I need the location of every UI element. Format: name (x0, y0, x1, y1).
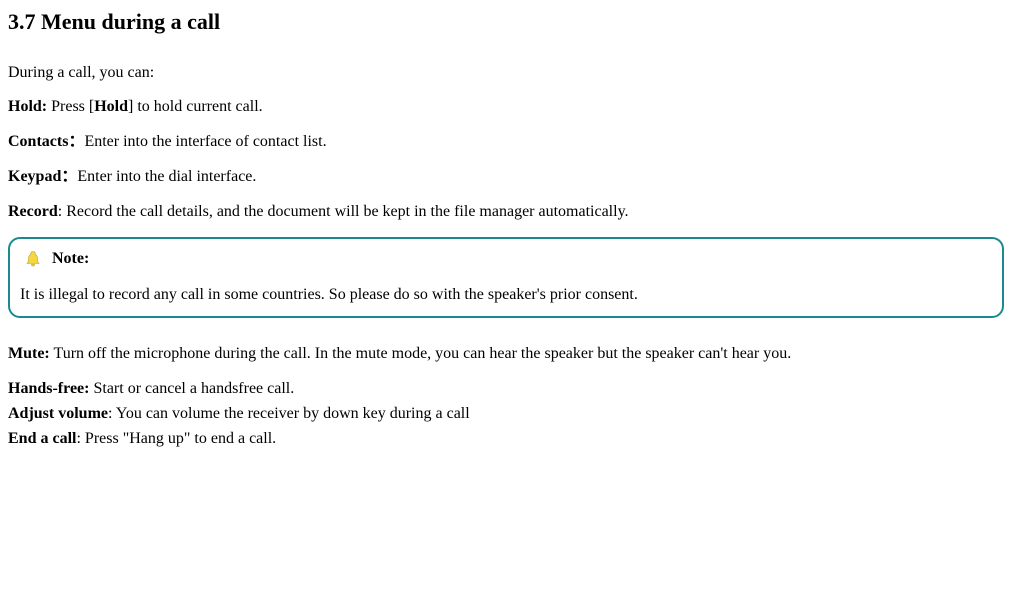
hold-post: ] to hold current call. (128, 98, 263, 115)
item-endcall: End a call: Press "Hang up" to end a cal… (8, 429, 1004, 450)
mute-label: Mute: (8, 345, 50, 362)
item-mute: Mute: Turn off the microphone during the… (8, 344, 1004, 365)
volume-desc: : You can volume the receiver by down ke… (108, 405, 470, 422)
handsfree-label: Hands-free: (8, 380, 89, 397)
volume-label: Adjust volume (8, 405, 108, 422)
item-volume: Adjust volume: You can volume the receiv… (8, 404, 1004, 425)
hold-label: Hold: (8, 98, 47, 115)
hold-key: Hold (94, 98, 128, 115)
item-handsfree: Hands-free: Start or cancel a handsfree … (8, 379, 1004, 400)
intro-text: During a call, you can: (8, 63, 1004, 84)
note-box: Note: It is illegal to record any call i… (8, 237, 1004, 319)
keypad-label: Keypad： (8, 168, 77, 185)
endcall-label: End a call (8, 430, 76, 447)
contacts-label: Contacts： (8, 133, 84, 150)
section-heading: 3.7 Menu during a call (8, 8, 1004, 37)
endcall-desc: : Press "Hang up" to end a call. (76, 430, 276, 447)
mute-desc: Turn off the microphone during the call.… (50, 345, 791, 362)
note-header: Note: (24, 249, 992, 270)
bell-icon (24, 250, 42, 268)
item-contacts: Contacts：Enter into the interface of con… (8, 132, 1004, 153)
item-keypad: Keypad：Enter into the dial interface. (8, 167, 1004, 188)
item-record: Record: Record the call details, and the… (8, 202, 1004, 223)
note-body: It is illegal to record any call in some… (20, 285, 992, 306)
hold-pre: Press [ (47, 98, 94, 115)
keypad-desc: Enter into the dial interface. (77, 168, 256, 185)
record-desc: : Record the call details, and the docum… (58, 203, 629, 220)
record-label: Record (8, 203, 58, 220)
item-hold: Hold: Press [Hold] to hold current call. (8, 97, 1004, 118)
note-title: Note: (52, 249, 89, 270)
contacts-desc: Enter into the interface of contact list… (84, 133, 326, 150)
handsfree-desc: Start or cancel a handsfree call. (89, 380, 294, 397)
